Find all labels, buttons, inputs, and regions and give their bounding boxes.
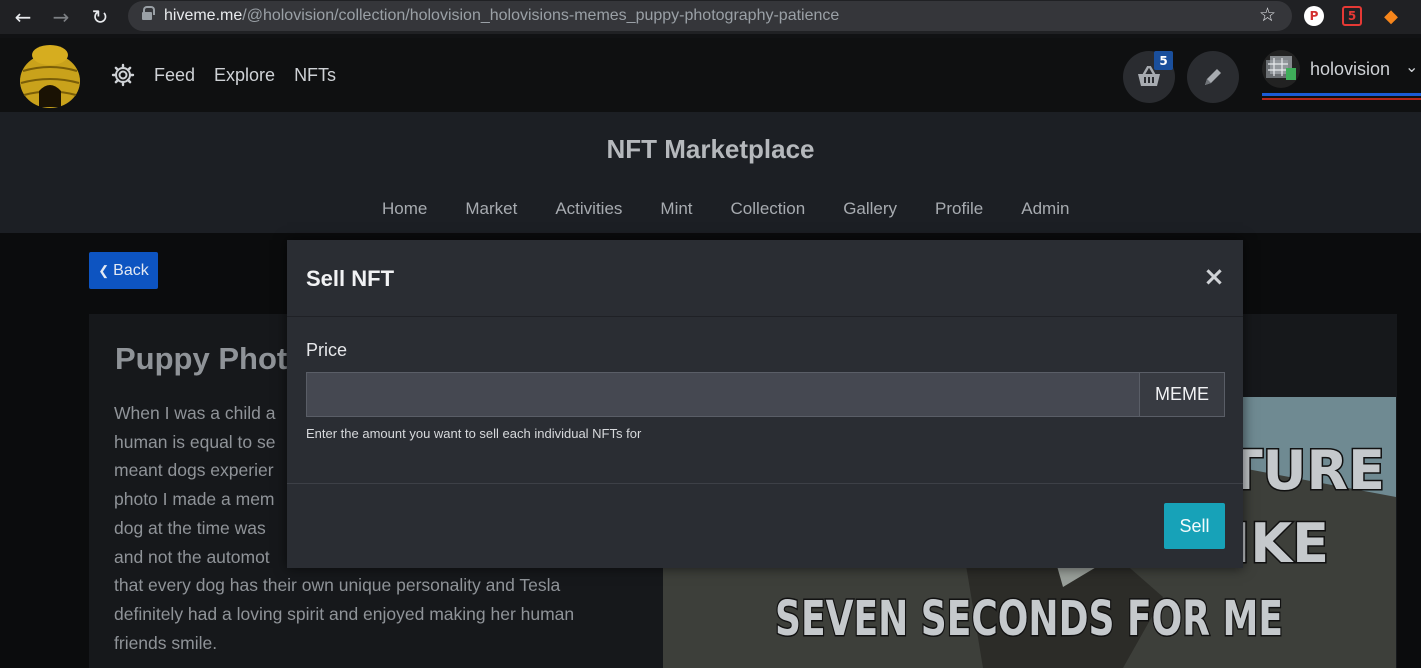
nft-title: Puppy Phot (115, 341, 288, 376)
hive-logo-icon[interactable] (17, 41, 83, 109)
browser-forward-icon[interactable]: → (44, 0, 78, 34)
sell-button[interactable]: Sell (1164, 503, 1225, 549)
user-red-underline (1262, 98, 1421, 100)
description-line: definitely had a loving spirit and enjoy… (114, 603, 575, 624)
extension-shield-icon[interactable]: 5 (1342, 6, 1362, 26)
marketplace-tabs: Home Market Activities Mint Collection G… (382, 199, 1069, 219)
tab-profile[interactable]: Profile (935, 199, 983, 219)
lock-icon (142, 6, 155, 21)
pencil-icon (1205, 69, 1221, 85)
metamask-fox-icon[interactable]: ◆ (1381, 6, 1401, 27)
url-host: hiveme.me (164, 7, 243, 24)
modal-title: Sell NFT (306, 266, 395, 291)
price-input[interactable] (306, 372, 1140, 417)
close-icon[interactable]: × (1201, 264, 1227, 290)
description-line: that every dog has their own unique pers… (114, 575, 561, 596)
marketplace-title: NFT Marketplace (606, 134, 815, 164)
browser-reload-icon[interactable]: ↻ (83, 0, 117, 34)
address-bar[interactable]: hiveme.me/@holovision/collection/holovis… (128, 1, 1292, 31)
site-header: Feed Explore NFTs 5 holovision ⌄ (0, 38, 1421, 112)
sell-nft-modal: Sell NFT × Price MEME Enter the amount y… (287, 240, 1243, 568)
user-blue-underline (1262, 93, 1421, 96)
tab-market[interactable]: Market (465, 199, 517, 219)
nav-feed[interactable]: Feed (154, 65, 195, 86)
url-text: hiveme.me/@holovision/collection/holovis… (164, 7, 839, 25)
username: holovision (1310, 59, 1391, 79)
tab-gallery[interactable]: Gallery (843, 199, 897, 219)
bookmark-star-icon[interactable]: ☆ (1259, 4, 1276, 26)
top-nav: Feed Explore NFTs (154, 65, 336, 86)
cart-count-badge: 5 (1154, 51, 1173, 70)
back-button[interactable]: ❮ Back (89, 252, 158, 289)
tab-collection[interactable]: Collection (731, 199, 806, 219)
back-label: Back (113, 261, 149, 279)
description-line: friends smile. (114, 632, 218, 653)
extension-red-icon[interactable]: P (1304, 6, 1324, 26)
tab-mint[interactable]: Mint (660, 199, 692, 219)
nav-nfts[interactable]: NFTs (294, 65, 336, 86)
tab-activities[interactable]: Activities (555, 199, 622, 219)
chevron-left-icon: ❮ (98, 262, 110, 278)
meme-caption-line: SEVEN SECONDS FOR ME (775, 591, 1283, 647)
price-label: Price (306, 340, 348, 360)
price-help-text: Enter the amount you want to sell each i… (306, 426, 642, 441)
tab-home[interactable]: Home (382, 199, 427, 219)
browser-toolbar: ← → ↻ hiveme.me/@holovision/collection/h… (0, 0, 1421, 34)
tab-admin[interactable]: Admin (1021, 199, 1069, 219)
chevron-down-icon: ⌄ (1405, 57, 1419, 76)
url-path: /@holovision/collection/holovision_holov… (242, 7, 840, 24)
browser-back-icon[interactable]: ← (6, 0, 40, 34)
nav-explore[interactable]: Explore (214, 65, 275, 86)
write-post-button[interactable] (1187, 51, 1239, 103)
modal-header-divider (287, 316, 1243, 317)
gear-icon[interactable] (111, 63, 135, 87)
marketplace-header: NFT Marketplace Home Market Activities M… (0, 112, 1421, 233)
user-menu[interactable]: holovision ⌄ (1262, 50, 1421, 100)
avatar (1262, 50, 1300, 88)
modal-footer-divider (287, 483, 1243, 484)
currency-addon: MEME (1139, 372, 1225, 417)
